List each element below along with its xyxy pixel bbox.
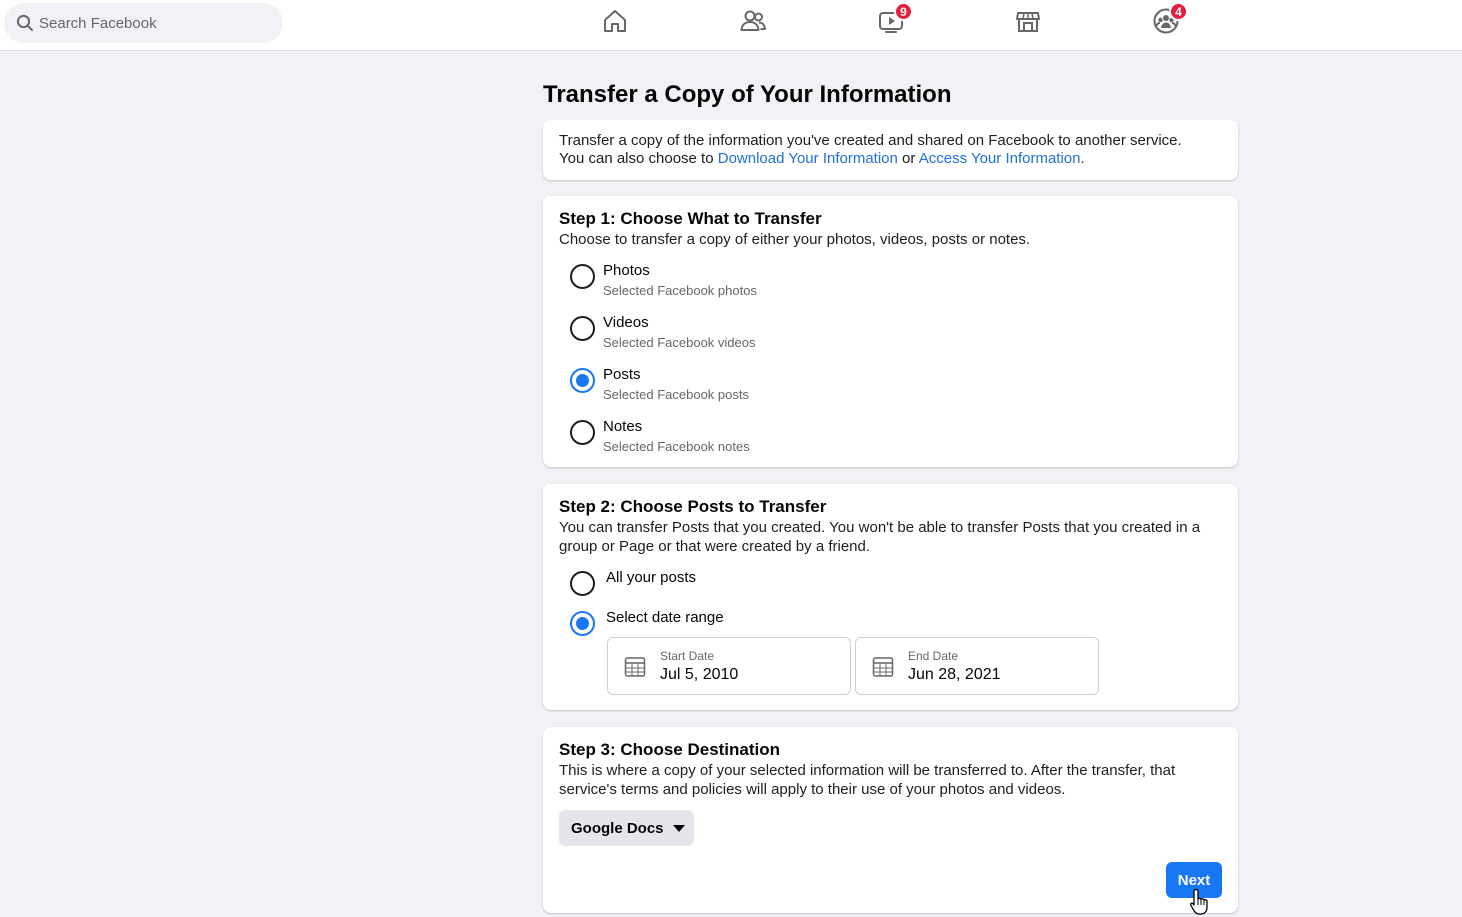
option-sublabel: Selected Facebook videos: [603, 335, 756, 350]
option-notes[interactable]: Notes Selected Facebook notes: [570, 418, 750, 456]
intro-line-2: You can also choose to Download Your Inf…: [559, 150, 1222, 168]
option-label: Videos: [603, 314, 649, 331]
home-icon: [601, 7, 629, 40]
option-label: Notes: [603, 418, 643, 435]
step2-card: Step 2: Choose Posts to Transfer You can…: [543, 484, 1238, 710]
step1-title: Step 1: Choose What to Transfer: [559, 209, 822, 228]
step2-title: Step 2: Choose Posts to Transfer: [559, 497, 827, 516]
nav-home[interactable]: [595, 6, 635, 40]
end-date-field[interactable]: End Date Jun 28, 2021: [855, 637, 1099, 695]
intro-card: Transfer a copy of the information you'v…: [543, 120, 1238, 180]
calendar-icon: [872, 656, 894, 683]
hand-pointer-cursor-icon: [1189, 888, 1211, 917]
step2-description-line-1: You can transfer Posts that you created.…: [559, 519, 1201, 536]
search-box[interactable]: Search Facebook: [4, 3, 283, 43]
watch-badge: 9: [894, 2, 913, 21]
notes-radio[interactable]: [570, 420, 595, 445]
option-sublabel: Selected Facebook photos: [603, 283, 757, 298]
radio-selected-dot: [576, 617, 589, 630]
option-label: All your posts: [606, 569, 697, 586]
nav-marketplace[interactable]: [1008, 6, 1048, 40]
step3-title: Step 3: Choose Destination: [559, 740, 781, 759]
nav-watch[interactable]: 9: [871, 2, 913, 40]
page-title: Transfer a Copy of Your Information: [543, 81, 952, 108]
intro-line-1: Transfer a copy of the information you'v…: [559, 132, 1182, 149]
option-sublabel: Selected Facebook notes: [603, 439, 750, 454]
option-photos[interactable]: Photos Selected Facebook photos: [570, 262, 757, 300]
videos-radio[interactable]: [570, 316, 595, 341]
calendar-icon: [624, 656, 646, 683]
step3-description-line-2: service's terms and policies will apply …: [559, 781, 1066, 798]
download-your-information-link[interactable]: Download Your Information: [718, 150, 898, 167]
start-date-label: Start Date: [660, 649, 715, 663]
posts-radio[interactable]: [570, 368, 595, 393]
destination-value: Google Docs: [571, 819, 664, 837]
step2-description-line-2: group or Page or that were created by a …: [559, 538, 871, 555]
nav-friends[interactable]: [733, 6, 773, 40]
step3-description-line-1: This is where a copy of your selected in…: [559, 762, 1176, 779]
start-date-field[interactable]: Start Date Jul 5, 2010: [607, 637, 851, 695]
option-all-posts[interactable]: All your posts: [570, 569, 697, 596]
option-sublabel: Selected Facebook posts: [603, 387, 749, 402]
option-label: Select date range: [606, 609, 724, 626]
top-navigation-bar: Search Facebook 9 4: [0, 0, 1462, 51]
nav-groups[interactable]: 4: [1146, 2, 1188, 40]
option-label: Posts: [603, 366, 641, 383]
option-posts[interactable]: Posts Selected Facebook posts: [570, 366, 749, 404]
end-date-label: End Date: [908, 649, 959, 663]
step1-description: Choose to transfer a copy of either your…: [559, 231, 1031, 248]
radio-selected-dot: [576, 374, 589, 387]
start-date-value[interactable]: Jul 5, 2010: [660, 666, 738, 684]
access-your-information-link[interactable]: Access Your Information: [919, 150, 1081, 167]
intro-prefix: You can also choose to: [559, 150, 718, 167]
photos-radio[interactable]: [570, 264, 595, 289]
friends-icon: [739, 7, 767, 40]
option-select-date-range[interactable]: Select date range: [570, 609, 724, 636]
caret-down-icon: [672, 824, 685, 832]
intro-suffix: .: [1080, 150, 1085, 167]
step3-card: Step 3: Choose Destination This is where…: [543, 727, 1238, 913]
step1-card: Step 1: Choose What to Transfer Choose t…: [543, 196, 1238, 467]
end-date-value[interactable]: Jun 28, 2021: [908, 666, 1001, 684]
option-label: Photos: [603, 262, 650, 279]
search-input[interactable]: Search Facebook: [39, 15, 157, 32]
intro-middle: or: [897, 150, 919, 167]
groups-badge: 4: [1169, 2, 1188, 21]
all-posts-radio[interactable]: [570, 571, 595, 596]
destination-dropdown[interactable]: Google Docs: [559, 810, 694, 846]
option-videos[interactable]: Videos Selected Facebook videos: [570, 314, 756, 352]
search-icon: [15, 13, 35, 33]
date-range-radio[interactable]: [570, 611, 595, 636]
marketplace-icon: [1014, 7, 1042, 40]
